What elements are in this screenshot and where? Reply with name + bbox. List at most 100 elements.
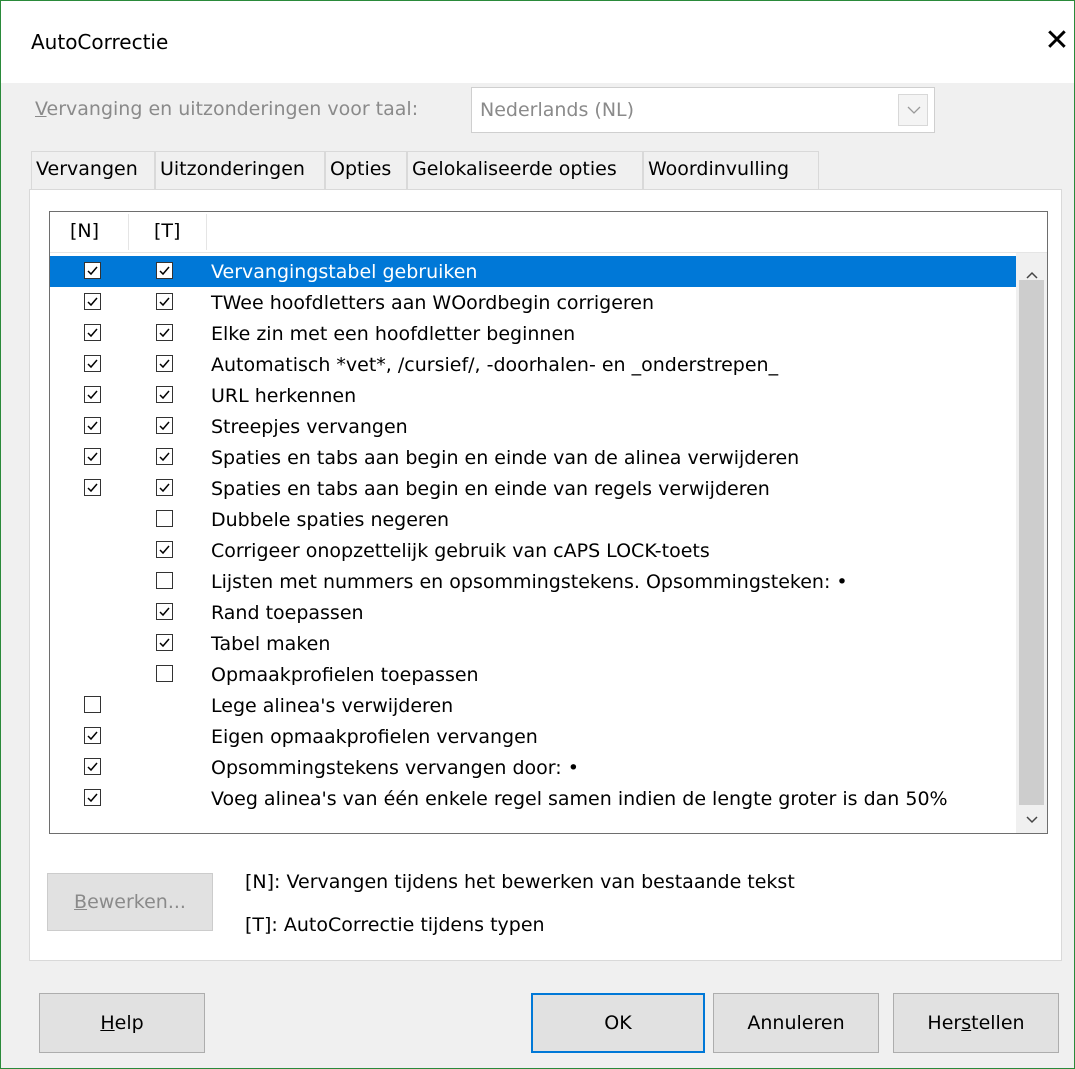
checkbox-t[interactable]	[156, 479, 173, 496]
option-label: Eigen opmaakprofielen vervangen	[211, 726, 538, 748]
option-row[interactable]: Streepjes vervangen	[50, 411, 1016, 442]
tab-label: Woordinvulling	[648, 158, 790, 180]
ok-button-label: OK	[604, 1012, 632, 1034]
option-label: Elke zin met een hoofdletter beginnen	[211, 323, 576, 345]
ok-button[interactable]: OK	[531, 993, 705, 1053]
checkbox-t[interactable]	[156, 324, 173, 341]
checkbox-t[interactable]	[156, 448, 173, 465]
option-row[interactable]: Tabel maken	[50, 628, 1016, 659]
option-row[interactable]: Rand toepassen	[50, 597, 1016, 628]
option-row[interactable]: Vervangingstabel gebruiken	[50, 256, 1016, 287]
legend-n: [N]: Vervangen tijdens het bewerken van …	[245, 871, 795, 893]
tab-woordinvulling[interactable]: Woordinvulling	[643, 151, 819, 189]
option-row[interactable]: Opmaakprofielen toepassen	[50, 659, 1016, 690]
column-header-n[interactable]: [N]	[70, 220, 99, 242]
help-button-label: Help	[100, 1012, 144, 1034]
option-row[interactable]: Lijsten met nummers en opsommingstekens.…	[50, 566, 1016, 597]
checkmark-icon	[87, 359, 98, 369]
option-label: Spaties en tabs aan begin en einde van r…	[211, 478, 770, 500]
checkbox-t[interactable]	[156, 262, 173, 279]
reset-button-label: Herstellen	[927, 1012, 1025, 1034]
checkmark-icon	[159, 266, 170, 276]
checkmark-icon	[87, 731, 98, 741]
option-row[interactable]: URL herkennen	[50, 380, 1016, 411]
checkmark-icon	[159, 638, 170, 648]
option-row[interactable]: Corrigeer onopzettelijk gebruik van cAPS…	[50, 535, 1016, 566]
checkbox-t[interactable]	[156, 386, 173, 403]
checkmark-icon	[87, 452, 98, 462]
checkmark-icon	[87, 421, 98, 431]
checkmark-icon	[159, 297, 170, 307]
scroll-down-icon[interactable]	[1016, 807, 1047, 833]
checkbox-n[interactable]	[84, 324, 101, 341]
tab-label: Vervangen	[36, 158, 138, 180]
checkbox-t[interactable]	[156, 355, 173, 372]
option-label: Dubbele spaties negeren	[211, 509, 450, 531]
checkbox-t[interactable]	[156, 510, 173, 527]
edit-button[interactable]: Bewerken...	[47, 873, 213, 931]
checkmark-icon	[159, 607, 170, 617]
option-row[interactable]: Eigen opmaakprofielen vervangen	[50, 721, 1016, 752]
checkbox-t[interactable]	[156, 572, 173, 589]
language-select[interactable]: Nederlands (NL)	[471, 87, 935, 133]
checkbox-t[interactable]	[156, 293, 173, 310]
option-row[interactable]: Elke zin met een hoofdletter beginnen	[50, 318, 1016, 349]
checkmark-icon	[159, 359, 170, 369]
checkmark-icon	[87, 297, 98, 307]
checkbox-n[interactable]	[84, 758, 101, 775]
tab-vervangen[interactable]: Vervangen	[31, 151, 155, 189]
tab-label: Uitzonderingen	[160, 158, 305, 180]
checkbox-n[interactable]	[84, 417, 101, 434]
checkbox-n[interactable]	[84, 727, 101, 744]
checkbox-t[interactable]	[156, 634, 173, 651]
scroll-up-icon[interactable]	[1016, 262, 1047, 288]
option-row[interactable]: Spaties en tabs aan begin en einde van d…	[50, 442, 1016, 473]
checkmark-icon	[87, 390, 98, 400]
checkbox-n[interactable]	[84, 789, 101, 806]
option-row[interactable]: Opsommingstekens vervangen door: •	[50, 752, 1016, 783]
tab-uitzonderingen[interactable]: Uitzonderingen	[155, 151, 325, 189]
option-row[interactable]: TWee hoofdletters aan WOordbegin corrige…	[50, 287, 1016, 318]
checkbox-n[interactable]	[84, 293, 101, 310]
option-label: Voeg alinea's van één enkele regel samen…	[211, 788, 948, 810]
column-header-t[interactable]: [T]	[154, 220, 180, 242]
checkbox-n[interactable]	[84, 355, 101, 372]
option-row[interactable]: Dubbele spaties negeren	[50, 504, 1016, 535]
option-row[interactable]: Spaties en tabs aan begin en einde van r…	[50, 473, 1016, 504]
dropdown-button[interactable]	[898, 94, 928, 126]
checkbox-n[interactable]	[84, 448, 101, 465]
option-label: Lege alinea's verwijderen	[211, 695, 454, 717]
close-icon[interactable]: ✕	[1039, 23, 1075, 59]
option-row[interactable]: Automatisch *vet*, /cursief/, -doorhalen…	[50, 349, 1016, 380]
options-list[interactable]: [N] [T] Vervangingstabel gebruiken TWee h…	[49, 211, 1048, 834]
checkbox-t[interactable]	[156, 541, 173, 558]
checkbox-n[interactable]	[84, 479, 101, 496]
checkbox-t[interactable]	[156, 665, 173, 682]
tab-gelokaliseerde-opties[interactable]: Gelokaliseerde opties	[407, 151, 643, 189]
autocorrect-dialog: AutoCorrectie ✕ Vervanging en uitzonderi…	[0, 0, 1075, 1069]
dialog-title: AutoCorrectie	[31, 30, 169, 54]
option-label: Automatisch *vet*, /cursief/, -doorhalen…	[211, 354, 779, 376]
checkbox-t[interactable]	[156, 417, 173, 434]
tab-label: Gelokaliseerde opties	[412, 158, 617, 180]
edit-button-label: Bewerken...	[74, 891, 186, 913]
cancel-button[interactable]: Annuleren	[713, 993, 879, 1053]
checkbox-n[interactable]	[84, 262, 101, 279]
chevron-down-icon	[907, 106, 921, 114]
checkmark-icon	[159, 328, 170, 338]
language-label: Vervanging en uitzonderingen voor taal:	[35, 98, 419, 120]
tab-opties[interactable]: Opties	[325, 151, 407, 189]
checkbox-n[interactable]	[84, 386, 101, 403]
option-label: Rand toepassen	[211, 602, 364, 624]
checkbox-n[interactable]	[84, 696, 101, 713]
option-row[interactable]: Voeg alinea's van één enkele regel samen…	[50, 783, 1016, 814]
checkbox-t[interactable]	[156, 603, 173, 620]
scrollbar-thumb[interactable]	[1019, 280, 1044, 805]
checkmark-icon	[87, 266, 98, 276]
option-label: Opmaakprofielen toepassen	[211, 664, 479, 686]
checkmark-icon	[87, 762, 98, 772]
option-row[interactable]: Lege alinea's verwijderen	[50, 690, 1016, 721]
reset-button[interactable]: Herstellen	[893, 993, 1059, 1053]
help-button[interactable]: Help	[39, 993, 205, 1053]
option-label: Vervangingstabel gebruiken	[211, 261, 478, 283]
